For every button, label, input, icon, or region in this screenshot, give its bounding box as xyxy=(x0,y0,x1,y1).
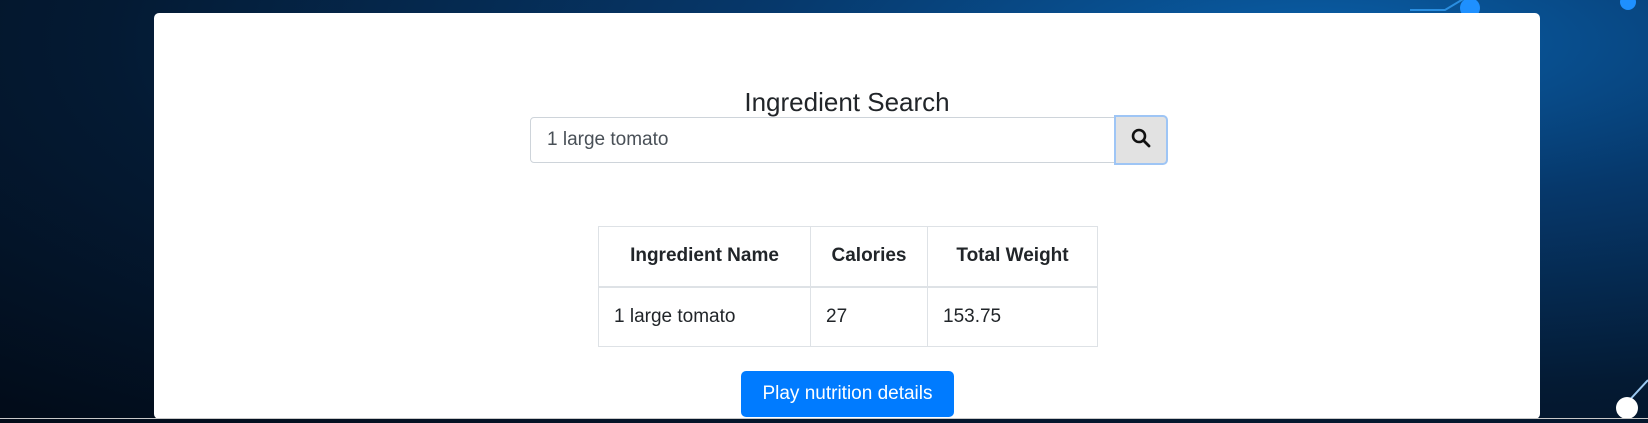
header-calories: Calories xyxy=(810,226,928,288)
search-input[interactable] xyxy=(530,117,1115,163)
play-nutrition-details-button[interactable]: Play nutrition details xyxy=(741,371,954,417)
cell-total-weight: 153.75 xyxy=(927,286,1098,347)
search-card: Ingredient Search Ingredient Name Calori… xyxy=(154,13,1540,419)
search-button[interactable] xyxy=(1114,115,1168,165)
header-ingredient-name: Ingredient Name xyxy=(598,226,811,288)
table-header-row: Ingredient Name Calories Total Weight xyxy=(598,226,1098,288)
cell-ingredient-name: 1 large tomato xyxy=(598,286,811,347)
cell-calories: 27 xyxy=(810,286,928,347)
page-title: Ingredient Search xyxy=(744,87,950,117)
bottom-divider xyxy=(0,418,1648,419)
header-total-weight: Total Weight xyxy=(927,226,1098,288)
results-table: Ingredient Name Calories Total Weight 1 … xyxy=(598,226,1098,347)
search-icon xyxy=(1131,128,1151,153)
table-row: 1 large tomato 27 153.75 xyxy=(598,286,1098,347)
